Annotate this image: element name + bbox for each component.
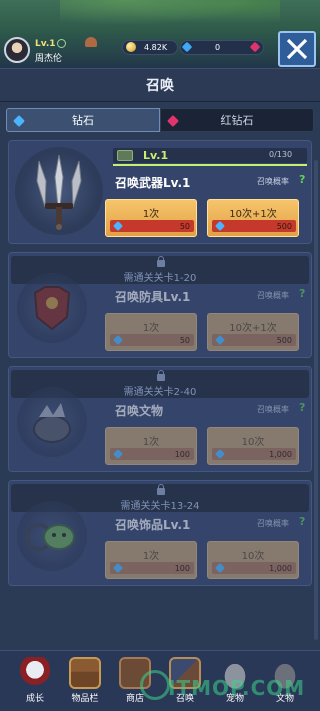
tab-label: 钻石: [72, 114, 94, 127]
button-label: 10次: [241, 551, 265, 562]
chest-icon: [69, 657, 101, 689]
summon-rate-label: 召唤概率: [257, 405, 289, 414]
price: 100: [174, 564, 190, 573]
button-label: 1次: [142, 551, 160, 562]
summon-card-relic: 需通关关卡2-40 召唤文物 召唤概率 ? 1次 100 10次 1,000: [8, 366, 312, 472]
summon-rate-label: 召唤概率: [257, 291, 289, 300]
relic-art: [17, 387, 87, 457]
summon-rate-label: 召唤概率: [257, 519, 289, 528]
gold-coin-icon: [126, 42, 136, 52]
tab-diamond[interactable]: 钻石: [6, 108, 160, 132]
summon-1x-button[interactable]: 1次 50: [105, 199, 197, 237]
lock-icon: [157, 256, 165, 267]
nav-label: 物品栏: [71, 694, 99, 704]
card-title: 召唤文物: [115, 404, 164, 418]
button-label: 10次: [241, 437, 265, 448]
page-title-bar: 召唤: [0, 68, 320, 102]
price: 50: [179, 222, 190, 231]
helmet-icon: [19, 657, 51, 689]
summon-10x-button: 10次 1,000: [207, 427, 299, 465]
help-icon: ?: [299, 515, 306, 528]
weapon-art: [15, 147, 103, 235]
summon-10x-button: 10次+1次 500: [207, 313, 299, 351]
summon-1x-button: 1次 50: [105, 313, 197, 351]
armor-art: [17, 273, 87, 343]
price: 1,000: [269, 450, 292, 459]
avatar[interactable]: [4, 37, 30, 63]
search-icon[interactable]: [57, 39, 66, 48]
accessory-art: [17, 501, 87, 571]
watermark: ITMOP.COM: [168, 676, 306, 700]
button-label: 10次+1次: [229, 209, 277, 220]
help-icon: ?: [299, 287, 306, 300]
summon-10x-button: 10次 1,000: [207, 541, 299, 579]
button-label: 1次: [142, 209, 160, 220]
nav-inventory[interactable]: 物品栏: [60, 657, 110, 711]
price: 500: [276, 222, 292, 231]
price: 500: [276, 336, 292, 345]
page-title: 召唤: [146, 78, 174, 94]
button-label: 1次: [142, 323, 160, 334]
nav-growth[interactable]: 成长: [10, 657, 60, 711]
nav-label: 成长: [25, 694, 44, 704]
card-title: 召唤防具Lv.1: [115, 290, 191, 304]
accessory-icon: [25, 523, 75, 551]
trident-icon: [36, 154, 82, 230]
close-icon: [286, 38, 308, 60]
price: 100: [174, 450, 190, 459]
gem-amount: 0: [215, 43, 221, 52]
gold-amount: 4.82K: [144, 43, 168, 52]
red-gem-icon: [167, 115, 179, 127]
lock-icon: [157, 484, 165, 495]
summon-10x-button[interactable]: 10次+1次 500: [207, 199, 299, 237]
summon-card-accessory: 需通关关卡13-24 召唤饰品Lv.1 召唤概率 ? 1次 100 10次 1,: [8, 480, 312, 586]
summon-card-weapon: Lv.1 0/130 召唤武器Lv.1 召唤概率 ? 1次 50 10次+1次 …: [8, 140, 312, 244]
level-progress-bar: [113, 164, 307, 166]
help-icon[interactable]: ?: [299, 173, 305, 186]
tab-red-diamond[interactable]: 红钻石: [160, 108, 314, 132]
mushroom-icon: [85, 37, 97, 47]
summon-card-armor: 需通关关卡1-20 召唤防具Lv.1 召唤概率 ? 1次 50 10次+1次 5…: [8, 252, 312, 358]
player-name: 周杰伦: [35, 54, 63, 64]
help-icon: ?: [299, 401, 306, 414]
armor-icon: [33, 286, 71, 331]
relic-icon: [33, 403, 71, 443]
tab-label: 红钻石: [220, 114, 254, 127]
button-label: 10次+1次: [229, 323, 277, 334]
card-title: 召唤饰品Lv.1: [115, 518, 191, 532]
watermark-logo-icon: [140, 670, 170, 700]
summon-1x-button: 1次 100: [105, 541, 197, 579]
price: 1,000: [269, 564, 292, 573]
button-label: 1次: [142, 437, 160, 448]
player-level: Lv.1: [35, 39, 56, 49]
close-button[interactable]: [278, 31, 316, 67]
scrollbar[interactable]: [314, 160, 318, 640]
price: 50: [179, 336, 190, 345]
summon-screen: Lv.1 周杰伦 4.82K 0 召唤 钻石 红钻石 Lv.1 0/130 召唤…: [0, 0, 320, 711]
currency-tabs: 钻石 红钻石: [6, 108, 314, 132]
summon-level: Lv.1: [143, 149, 169, 162]
summon-progress: 0/130: [269, 150, 293, 159]
forest-background: [60, 0, 280, 30]
blue-gem-icon: [13, 115, 25, 127]
lock-icon: [157, 370, 165, 381]
chest-icon: [117, 150, 133, 161]
summon-1x-button: 1次 100: [105, 427, 197, 465]
card-title: 召唤武器Lv.1: [115, 176, 191, 190]
top-header: Lv.1 周杰伦 4.82K 0: [0, 0, 320, 68]
summon-rate-label[interactable]: 召唤概率: [257, 176, 289, 187]
